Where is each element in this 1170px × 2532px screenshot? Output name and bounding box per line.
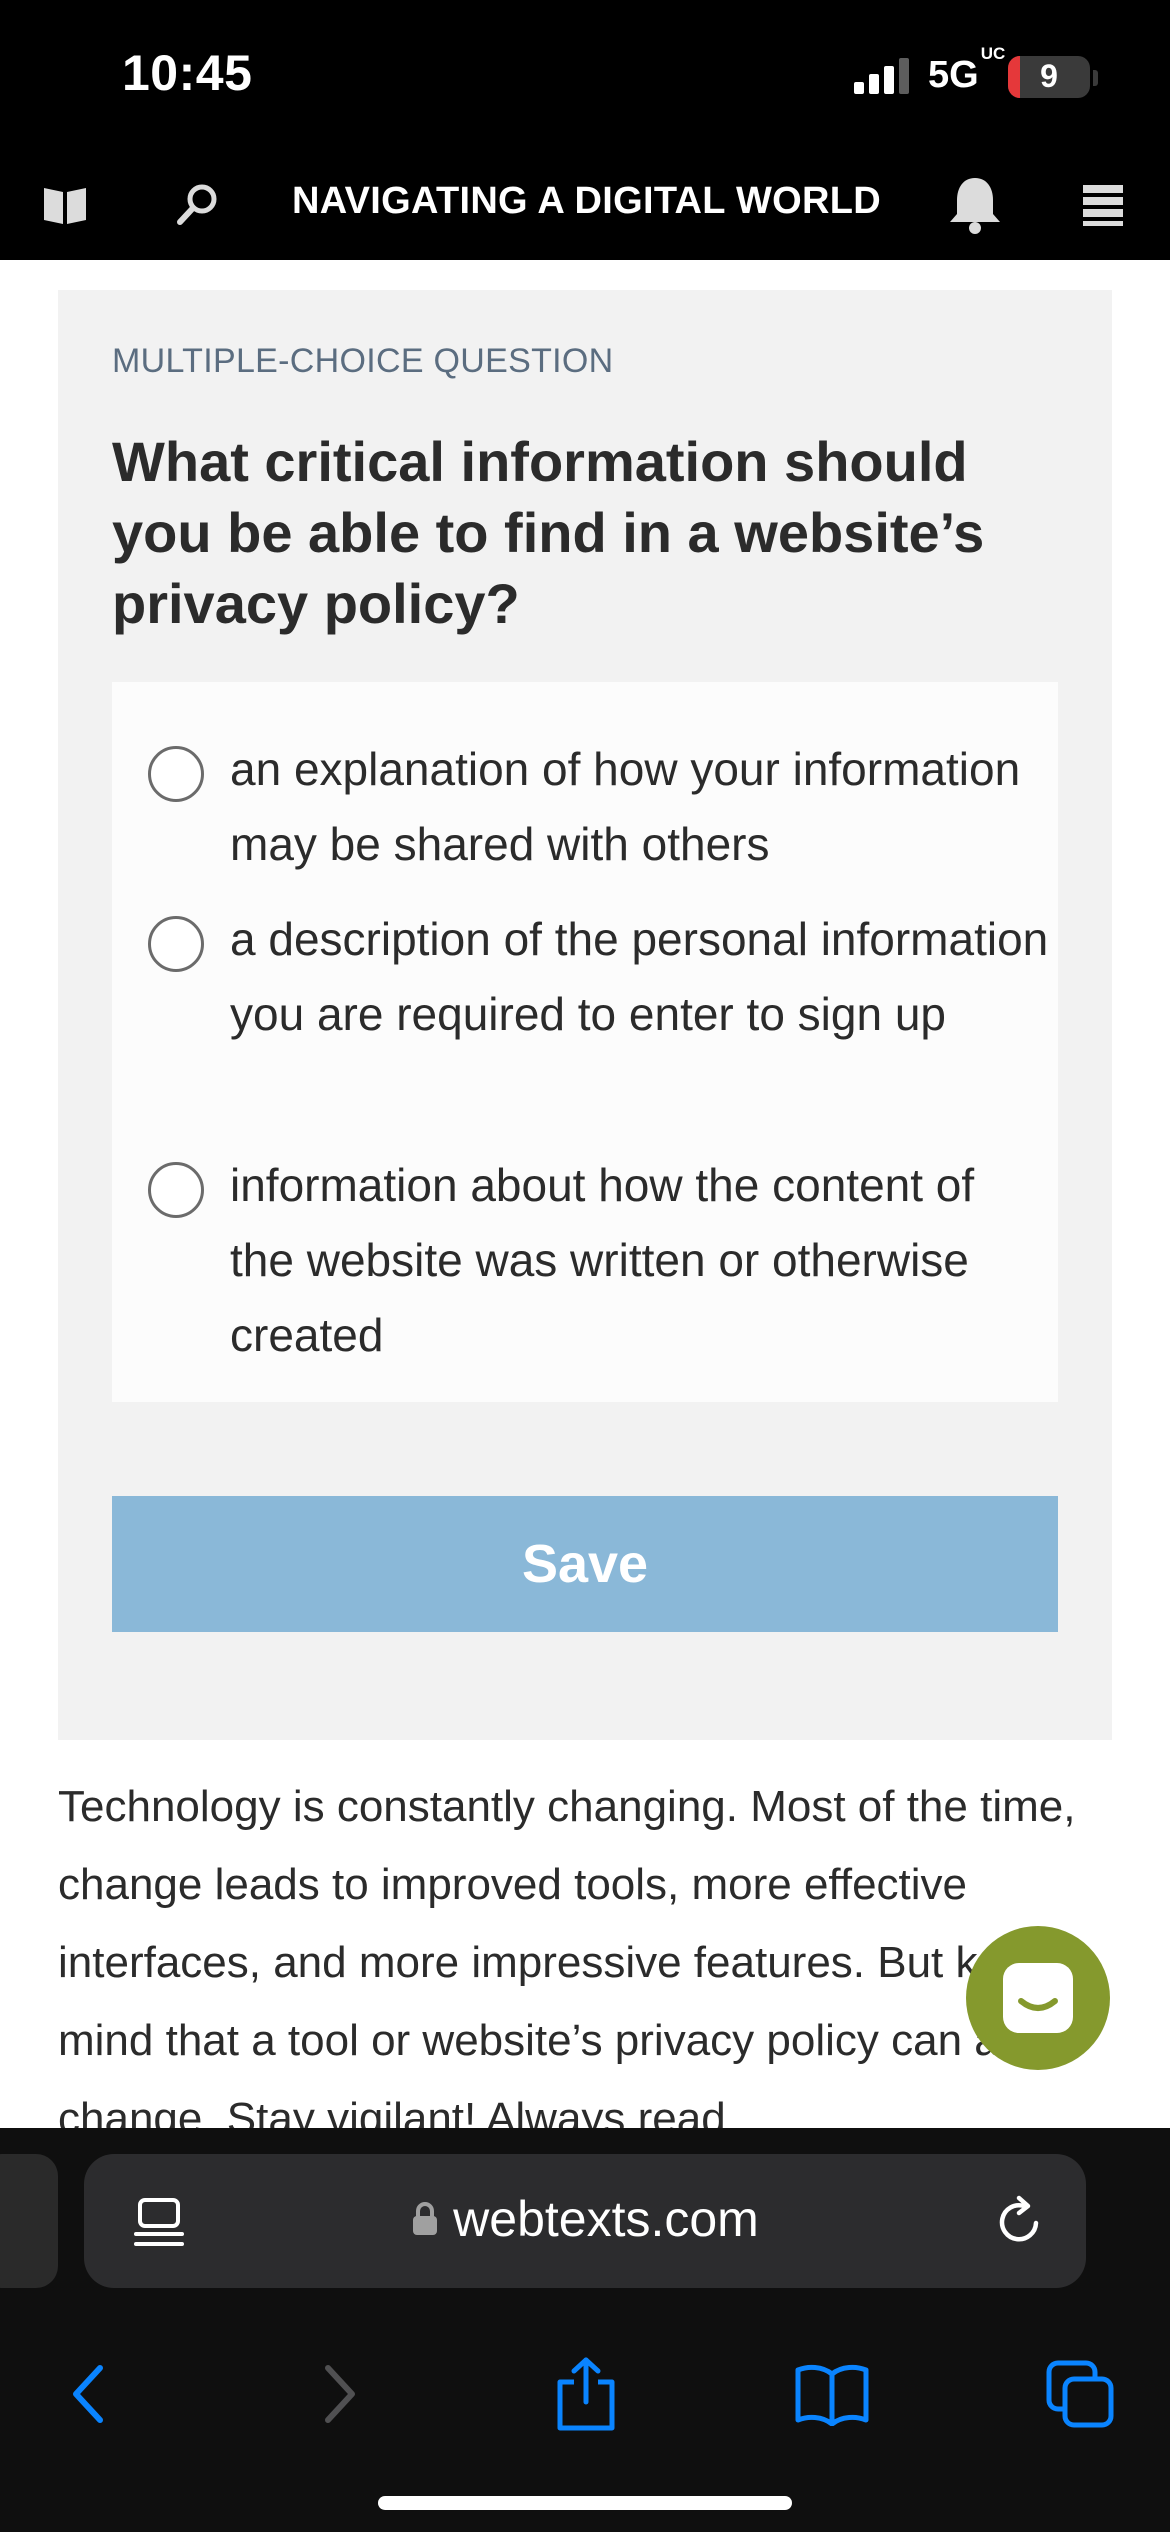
status-bar: 10:45 5GUC 9: [0, 0, 1170, 150]
tabs-icon[interactable]: [1040, 2354, 1120, 2434]
battery-icon: 9: [1008, 56, 1090, 98]
lock-icon: [413, 2202, 438, 2235]
book-icon[interactable]: [30, 170, 100, 240]
radio-button[interactable]: [148, 746, 204, 802]
browser-bottom-bar: webtexts.com: [0, 2128, 1170, 2532]
screen: 10:45 5GUC 9 NAVIGATING A DIGITAL WORLD: [0, 0, 1170, 2532]
signal-icon: [854, 58, 912, 94]
address-bar[interactable]: webtexts.com: [84, 2154, 1086, 2288]
menu-icon[interactable]: [1068, 170, 1138, 240]
question-text: What critical information should you be …: [112, 430, 985, 635]
chat-button[interactable]: [966, 1926, 1110, 2070]
search-icon[interactable]: [162, 170, 232, 240]
browser-toolbar: [0, 2322, 1170, 2462]
network-type: 5GUC: [928, 44, 1006, 96]
battery-level: 9: [1040, 58, 1058, 94]
bookmarks-icon[interactable]: [792, 2354, 872, 2434]
back-icon[interactable]: [48, 2354, 128, 2434]
bell-icon[interactable]: [940, 170, 1010, 240]
status-time: 10:45: [122, 45, 253, 101]
forward-icon[interactable]: [300, 2354, 380, 2434]
share-icon[interactable]: [546, 2354, 626, 2434]
save-button[interactable]: Save: [112, 1496, 1058, 1632]
reload-icon[interactable]: [990, 2192, 1048, 2250]
radio-button[interactable]: [148, 916, 204, 972]
question-type-label: MULTIPLE-CHOICE QUESTION: [112, 342, 614, 380]
url-text[interactable]: webtexts.com: [453, 2190, 759, 2248]
radio-button[interactable]: [148, 1162, 204, 1218]
page-title: NAVIGATING A DIGITAL WORLD: [292, 180, 882, 222]
answer-options: an explanation of how your information m…: [112, 682, 1058, 1402]
answer-option-label[interactable]: a description of the personal informatio…: [230, 902, 1050, 1052]
app-header: NAVIGATING A DIGITAL WORLD: [0, 150, 1170, 260]
answer-option-label[interactable]: an explanation of how your information m…: [230, 732, 1050, 882]
chat-icon: [1003, 1963, 1073, 2033]
home-indicator[interactable]: [378, 2496, 792, 2510]
answer-option-label[interactable]: information about how the content of the…: [230, 1148, 1050, 1373]
previous-tab-peek[interactable]: [0, 2154, 58, 2288]
body-paragraph: Technology is constantly changing. Most …: [58, 1782, 1098, 2128]
question-card: MULTIPLE-CHOICE QUESTION What critical i…: [58, 290, 1112, 1740]
